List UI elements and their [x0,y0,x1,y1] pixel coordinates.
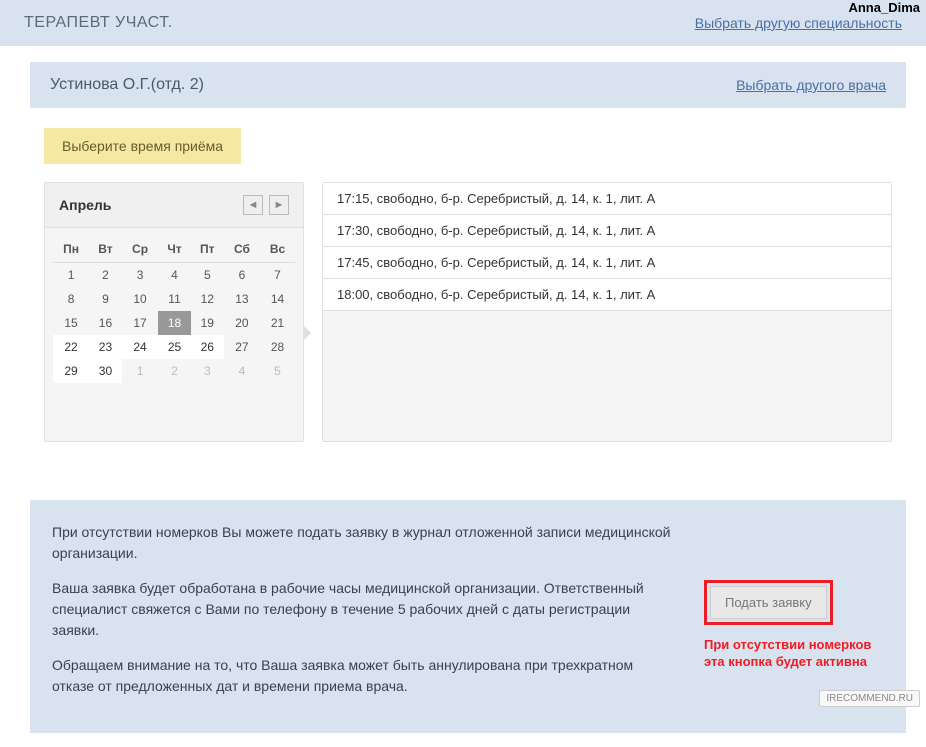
calendar-day[interactable]: 19 [191,311,224,335]
calendar-day[interactable]: 23 [89,335,122,359]
calendar-prev-button[interactable]: ◄ [243,195,263,215]
time-select-badge: Выберите время приёма [44,128,241,164]
calendar-day[interactable]: 1 [53,263,89,287]
change-specialty-link[interactable]: Выбрать другую специальность [695,15,902,31]
info-paragraph-3: Обращаем внимание на то, что Ваша заявка… [52,655,674,697]
calendar-weekday: Вт [89,236,122,263]
calendar-next-button[interactable]: ► [269,195,289,215]
specialty-title: ТЕРАПЕВТ УЧАСТ. [24,14,173,32]
calendar-weekday: Сб [224,236,260,263]
watermark-site: IRECOMMEND.RU [819,690,920,707]
calendar-day[interactable]: 2 [89,263,122,287]
calendar-day: 2 [158,359,191,383]
calendar-weekday: Чт [158,236,191,263]
calendar-day[interactable]: 10 [122,287,158,311]
calendar-day[interactable]: 25 [158,335,191,359]
time-slots-panel: 17:15, свободно, б-р. Серебристый, д. 14… [322,182,892,442]
calendar-weekday: Вс [260,236,295,263]
calendar-day[interactable]: 5 [191,263,224,287]
watermark-username: Anna_Dima [848,0,920,15]
info-panel: При отсутствии номерков Вы можете подать… [30,500,906,733]
time-slot[interactable]: 18:00, свободно, б-р. Серебристый, д. 14… [323,279,891,311]
calendar-day[interactable]: 8 [53,287,89,311]
calendar-day: 1 [122,359,158,383]
calendar-day[interactable]: 14 [260,287,295,311]
calendar-day: 4 [224,359,260,383]
calendar-day[interactable]: 12 [191,287,224,311]
time-slot[interactable]: 17:45, свободно, б-р. Серебристый, д. 14… [323,247,891,279]
doctor-name: Устинова О.Г.(отд. 2) [50,76,204,94]
time-slot[interactable]: 17:30, свободно, б-р. Серебристый, д. 14… [323,215,891,247]
calendar-weekday: Ср [122,236,158,263]
calendar-month: Апрель [59,197,111,213]
info-paragraph-2: Ваша заявка будет обработана в рабочие ч… [52,578,674,641]
calendar-day[interactable]: 24 [122,335,158,359]
calendar-day[interactable]: 16 [89,311,122,335]
calendar-day[interactable]: 7 [260,263,295,287]
calendar-day[interactable]: 11 [158,287,191,311]
calendar-day[interactable]: 17 [122,311,158,335]
calendar-day[interactable]: 6 [224,263,260,287]
calendar-day: 3 [191,359,224,383]
info-paragraph-1: При отсутствии номерков Вы можете подать… [52,522,674,564]
chevron-left-icon: ◄ [248,199,259,211]
submit-annotation: При отсутствии номерков эта кнопка будет… [704,637,884,671]
calendar-day[interactable]: 4 [158,263,191,287]
calendar-day[interactable]: 15 [53,311,89,335]
change-doctor-link[interactable]: Выбрать другого врача [736,77,886,93]
specialty-header: ТЕРАПЕВТ УЧАСТ. Выбрать другую специальн… [0,0,926,46]
calendar-grid: ПнВтСрЧтПтСбВс 1234567891011121314151617… [53,236,295,383]
calendar-day[interactable]: 18 [158,311,191,335]
calendar-day[interactable]: 13 [224,287,260,311]
calendar-day[interactable]: 28 [260,335,295,359]
calendar: Апрель ◄ ► ПнВтСрЧтПтСбВс 12345678910111… [44,182,304,442]
calendar-day[interactable]: 9 [89,287,122,311]
submit-highlight-box: Подать заявку [704,580,833,625]
chevron-right-icon: ► [274,199,285,211]
calendar-day[interactable]: 3 [122,263,158,287]
calendar-day[interactable]: 21 [260,311,295,335]
calendar-weekday: Пн [53,236,89,263]
calendar-day[interactable]: 29 [53,359,89,383]
calendar-day[interactable]: 30 [89,359,122,383]
calendar-weekday: Пт [191,236,224,263]
calendar-day[interactable]: 27 [224,335,260,359]
calendar-day[interactable]: 20 [224,311,260,335]
calendar-day: 5 [260,359,295,383]
time-slot[interactable]: 17:15, свободно, б-р. Серебристый, д. 14… [323,183,891,215]
submit-request-button[interactable]: Подать заявку [710,586,827,619]
doctor-header: Устинова О.Г.(отд. 2) Выбрать другого вр… [30,62,906,108]
calendar-day[interactable]: 22 [53,335,89,359]
calendar-day[interactable]: 26 [191,335,224,359]
